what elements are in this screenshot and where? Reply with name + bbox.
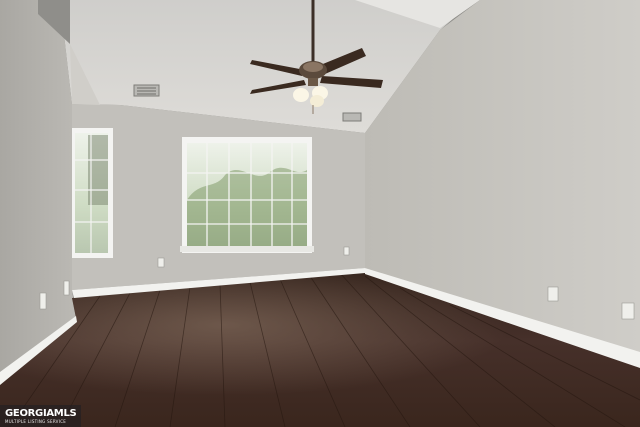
outlet-right-1 <box>547 286 559 302</box>
room-photo: GEORGIAMLS MULTIPLE LISTING SERVICE <box>0 0 640 427</box>
outlet-left-1 <box>39 292 47 310</box>
watermark-brand: GEORGIAMLS <box>5 408 77 419</box>
air-vent-right <box>342 112 362 122</box>
outlet-right-2 <box>621 302 635 320</box>
outlet-back-left <box>157 257 165 268</box>
watermark-tagline: MULTIPLE LISTING SERVICE <box>5 419 67 424</box>
mls-watermark: GEORGIAMLS MULTIPLE LISTING SERVICE <box>0 405 82 427</box>
main-window-sill <box>180 246 314 252</box>
outlet-left-2 <box>63 280 70 296</box>
room-scene <box>0 0 640 427</box>
left-wall <box>0 0 76 378</box>
outlet-back-right <box>343 246 350 256</box>
